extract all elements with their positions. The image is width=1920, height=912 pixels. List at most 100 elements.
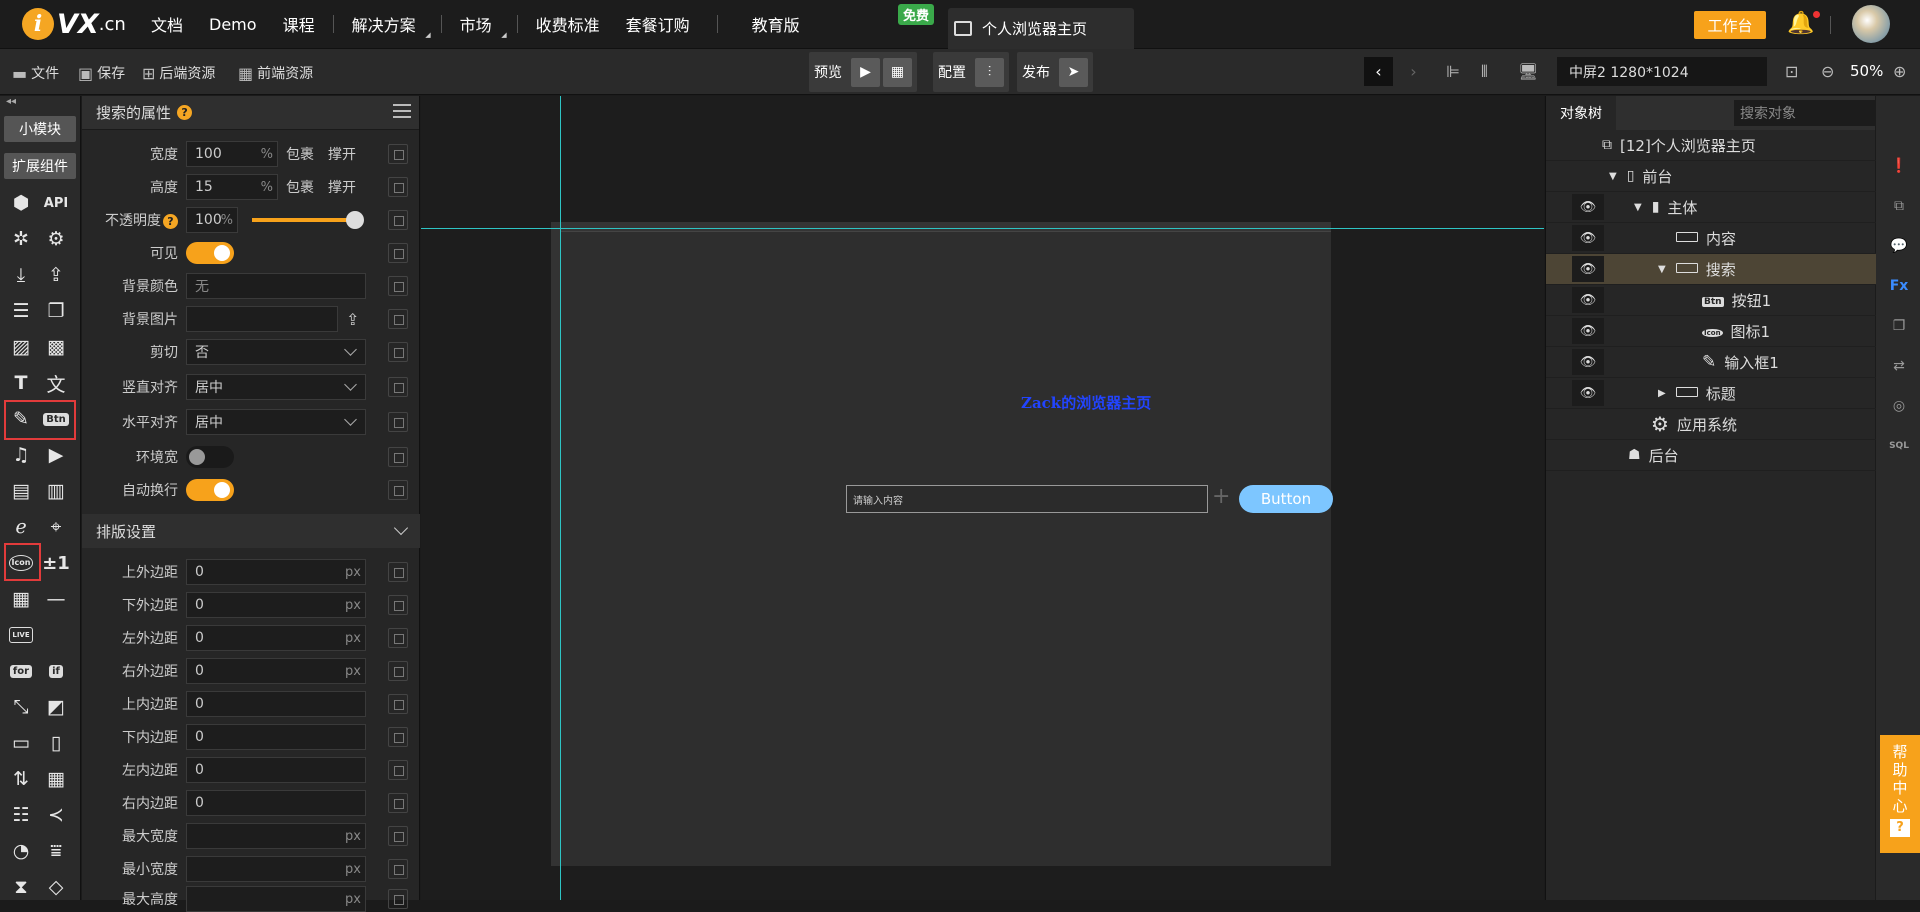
share-icon[interactable]: ≺ xyxy=(42,802,70,828)
fit-screen-icon[interactable]: ⊡ xyxy=(1785,62,1798,81)
bell-icon[interactable]: 🔔 xyxy=(1787,11,1821,36)
stage-title-text[interactable]: Zack的浏览器主页 xyxy=(1021,392,1151,413)
copy-icon[interactable] xyxy=(388,562,408,582)
table-icon[interactable]: ▦ xyxy=(42,766,70,792)
ext-components-button[interactable]: 扩展组件 xyxy=(4,153,76,179)
pages-icon[interactable]: ❐ xyxy=(42,298,70,324)
vertical-guide-line[interactable] xyxy=(560,96,561,900)
richtext-icon[interactable]: ▤ xyxy=(7,478,35,504)
clip-select[interactable]: 否 xyxy=(186,339,366,365)
opacity-slider[interactable] xyxy=(252,211,364,229)
margin-bottom-input[interactable]: 0 px xyxy=(186,592,366,618)
copy-page-icon[interactable]: ❐ xyxy=(1888,316,1910,336)
copy-icon[interactable] xyxy=(388,342,408,362)
nav-packages[interactable]: 套餐订购 xyxy=(613,12,703,36)
equalizer-icon[interactable]: ⩸ xyxy=(42,838,70,864)
nav-demo[interactable]: Demo xyxy=(196,15,270,34)
padding-bottom-input[interactable]: 0 xyxy=(186,724,366,750)
code-diamond-icon[interactable]: ◇ xyxy=(42,874,70,900)
copy-icon[interactable] xyxy=(388,377,408,397)
send-icon[interactable]: ➤ xyxy=(1059,57,1088,87)
padding-top-input[interactable]: 0 xyxy=(186,691,366,717)
frontend-resources-button[interactable]: ▦ 前端资源 xyxy=(238,63,313,83)
margin-top-input[interactable]: 0 px xyxy=(186,559,366,585)
help-question-icon[interactable]: ? xyxy=(163,214,178,229)
max-height-input[interactable]: px xyxy=(186,886,366,912)
copy-icon[interactable] xyxy=(388,859,408,879)
small-module-button[interactable]: 小模块 xyxy=(4,116,76,142)
eye-icon[interactable]: 👁 xyxy=(1572,318,1604,344)
sliders-icon[interactable]: ⫶ xyxy=(975,57,1004,87)
hourglass-icon[interactable]: ⧗ xyxy=(7,874,35,900)
expand-triangle-icon[interactable]: ▼ xyxy=(1634,202,1642,213)
stage-search-input[interactable]: 请输入内容 xyxy=(846,485,1208,513)
tree-row-front[interactable]: ▼ ▯ 前台 xyxy=(1546,161,1876,192)
cube-icon[interactable]: ⬢ xyxy=(7,190,35,216)
component-library-icon[interactable]: ⧉ xyxy=(1888,196,1910,216)
tree-row-body[interactable]: 👁 ▼ ▮ 主体 xyxy=(1546,192,1876,223)
back-arrow-icon[interactable]: ‹ xyxy=(1364,57,1393,86)
tree-row-icon1[interactable]: 👁 Icon 图标1 xyxy=(1546,316,1876,347)
tree-row-back[interactable]: ☗ 后台 xyxy=(1546,440,1876,471)
align-vertical-icon[interactable]: ⫴ xyxy=(1481,62,1488,82)
gear-icon[interactable]: ⚙ xyxy=(42,226,70,252)
ivx-logo[interactable]: i VX .cn xyxy=(22,8,138,40)
margin-right-input[interactable]: 0 px xyxy=(186,658,366,684)
qr-preview-icon[interactable]: ▦ xyxy=(883,57,912,87)
autowrap-toggle[interactable] xyxy=(186,479,234,501)
nav-solutions[interactable]: 解决方案 ◢ xyxy=(339,12,436,39)
qrcode-icon[interactable]: ▦ xyxy=(7,586,35,612)
api-icon[interactable]: API xyxy=(42,190,70,216)
copy-icon[interactable] xyxy=(388,210,408,230)
download-icon[interactable]: ⤓ xyxy=(7,262,35,288)
list-icon[interactable]: ☰ xyxy=(7,298,35,324)
file-button[interactable]: ▬ 文件 xyxy=(12,63,59,83)
layout-section-header[interactable]: 排版设置 xyxy=(82,514,420,548)
page-tab[interactable]: 个人浏览器主页 xyxy=(948,8,1134,49)
fx-icon[interactable]: Fx xyxy=(1888,276,1910,296)
tree-row-button1[interactable]: 👁 Btn 按钮1 xyxy=(1546,285,1876,316)
copy-icon[interactable] xyxy=(388,595,408,615)
align-left-icon[interactable]: ⊫ xyxy=(1446,62,1460,81)
eye-icon[interactable]: 👁 xyxy=(1572,380,1604,406)
copy-icon[interactable] xyxy=(388,727,408,747)
copy-icon[interactable] xyxy=(388,412,408,432)
nav-docs[interactable]: 文档 xyxy=(138,12,196,36)
envwidth-toggle[interactable] xyxy=(186,446,234,468)
max-width-input[interactable]: px xyxy=(186,823,366,849)
tree-row-root[interactable]: ⧉ [12]个人浏览器主页 xyxy=(1546,130,1876,161)
shrink-icon[interactable]: ⤡ xyxy=(7,694,35,720)
copy-icon[interactable] xyxy=(388,276,408,296)
backend-resources-button[interactable]: ⊞ 后端资源 xyxy=(142,63,215,83)
bgcolor-input[interactable]: 无 xyxy=(186,273,366,299)
zoom-out-icon[interactable]: ⊖ xyxy=(1821,62,1834,81)
bgimage-input[interactable] xyxy=(186,306,338,332)
copy-icon[interactable] xyxy=(388,480,408,500)
live-icon[interactable]: LIVE xyxy=(7,622,35,648)
richtext-alt-icon[interactable]: ▥ xyxy=(42,478,70,504)
copy-icon[interactable] xyxy=(388,889,408,909)
wrap-option[interactable]: 包裹 xyxy=(286,144,314,164)
tree-row-title[interactable]: 👁 ▶ 标题 xyxy=(1546,378,1876,409)
copy-icon[interactable] xyxy=(388,661,408,681)
eye-icon[interactable]: 👁 xyxy=(1572,287,1604,313)
text-icon[interactable]: T xyxy=(7,370,35,396)
upload-icon[interactable]: ⇪ xyxy=(346,310,359,329)
translate-icon[interactable]: 文 xyxy=(42,370,70,396)
tree-row-appsys[interactable]: ⚙ 应用系统 xyxy=(1546,409,1876,440)
tree-row-search[interactable]: 👁 ▼ 搜索 xyxy=(1546,254,1876,285)
visible-toggle[interactable] xyxy=(186,242,234,264)
swap-icon[interactable]: ⇄ xyxy=(1888,356,1910,376)
design-canvas[interactable]: Zack的浏览器主页 请输入内容 + Button xyxy=(421,96,1544,900)
copy-icon[interactable] xyxy=(388,243,408,263)
map-icon[interactable]: ⌖ xyxy=(42,514,70,540)
row-container-icon[interactable]: ▭ xyxy=(7,730,35,756)
screen-size-select[interactable]: 中屏2 1280*1024 xyxy=(1557,57,1767,86)
eye-icon[interactable]: 👁 xyxy=(1572,349,1604,375)
sql-icon[interactable]: SQL xyxy=(1888,436,1910,456)
play-icon[interactable]: ▶ xyxy=(851,57,880,87)
video-icon[interactable]: ▶ xyxy=(42,442,70,468)
help-question-icon[interactable]: ? xyxy=(177,105,193,120)
horizontal-guide-line[interactable] xyxy=(421,228,1544,229)
expand-triangle-icon[interactable]: ▼ xyxy=(1658,264,1666,275)
